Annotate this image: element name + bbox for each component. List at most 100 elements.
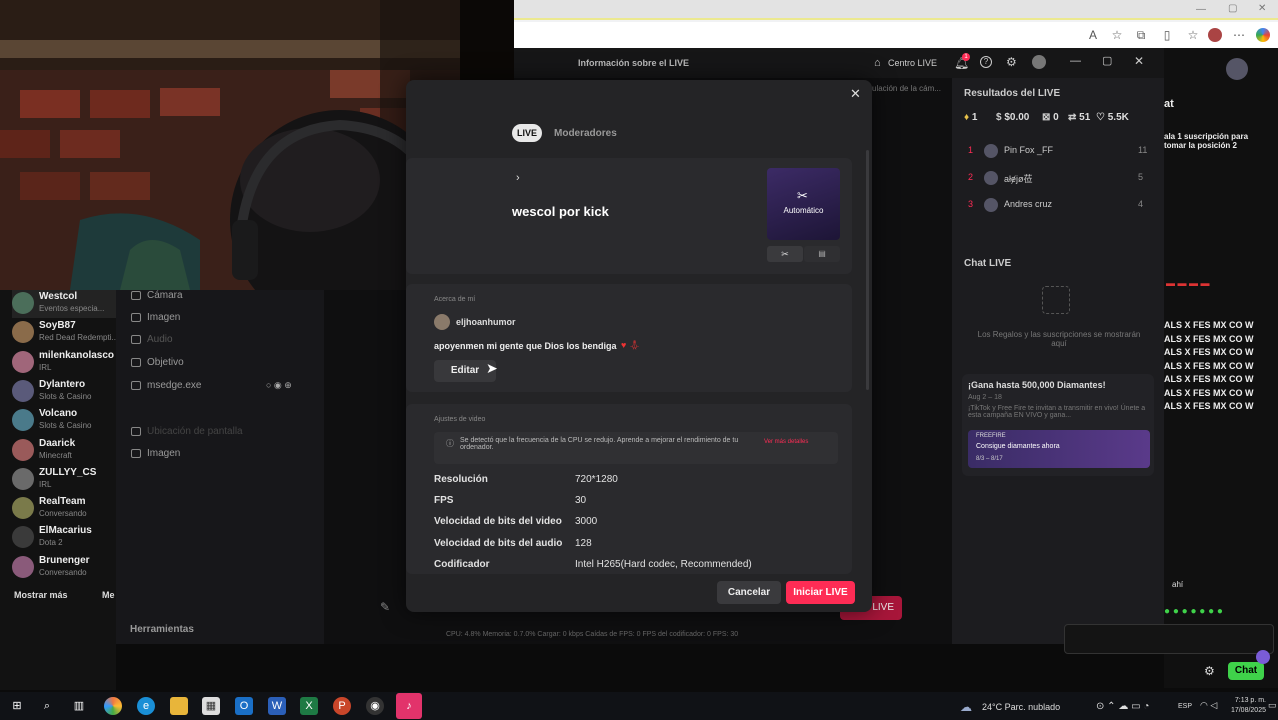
chevron-right-icon[interactable]: › — [516, 172, 520, 184]
image-edit-button[interactable]: ▤ — [804, 246, 840, 262]
followed-channel-item[interactable]: ElMacarius Dota 2 — [12, 524, 116, 552]
followed-channel-item[interactable]: Daarick Minecraft — [12, 437, 116, 465]
weather-icon: ☁ — [960, 700, 972, 714]
source-image[interactable]: Imagen — [131, 312, 180, 323]
close-browser-icon[interactable]: ✕ — [1258, 3, 1266, 14]
user-avatar[interactable] — [1032, 55, 1046, 69]
video-settings-title: Ajustes de video — [434, 416, 486, 423]
maximize-icon[interactable]: ▢ — [1102, 54, 1112, 67]
source-image-2[interactable]: Imagen — [131, 448, 180, 459]
start-live-button[interactable]: Iniciar LIVE — [786, 581, 855, 604]
setting-value[interactable]: 720*1280 — [575, 474, 618, 485]
modal-close-icon[interactable]: ✕ — [850, 86, 861, 102]
source-goal[interactable]: Objetivo — [131, 357, 184, 368]
cover-thumbnail[interactable]: ✂ Automático — [767, 168, 840, 240]
scissors-edit-button[interactable]: ✂ — [767, 246, 803, 262]
show-more-link-2[interactable]: Me — [102, 590, 115, 600]
cancel-button[interactable]: Cancelar — [717, 581, 781, 604]
leaderboard-row[interactable]: 2 ałɇjø莅 5 — [952, 169, 1164, 189]
store-icon[interactable]: ▦ — [202, 697, 220, 715]
tiktok-live-studio-icon[interactable]: ♪ — [396, 693, 422, 719]
source-window[interactable]: msedge.exe — [131, 380, 201, 391]
app-icon[interactable]: ◉ — [366, 697, 384, 715]
notifications-icon[interactable]: ▭ — [1268, 700, 1277, 711]
task-view-icon[interactable]: ▥ — [70, 697, 88, 715]
followed-channel-item[interactable]: Brunenger Conversando — [12, 554, 116, 582]
split-screen-icon[interactable]: ▯ — [1160, 28, 1174, 42]
setting-value[interactable]: Intel H265(Hard codec, Recommended) — [575, 559, 752, 570]
wifi-sound-icons[interactable]: ◠ ◁ — [1200, 700, 1217, 711]
chat-pinned-message: ala 1 suscripción para tomar la posición… — [1164, 132, 1249, 150]
clock-date[interactable]: 17/08/2025 — [1222, 707, 1266, 714]
leaderboard-row[interactable]: 1 Pin Fox _FF 11 — [952, 142, 1164, 162]
centro-live-link[interactable]: Centro LIVE — [888, 58, 937, 68]
copilot-taskbar-icon[interactable] — [104, 697, 122, 715]
live-stat-value: 1 — [971, 112, 978, 123]
source-camera[interactable]: Cámara — [131, 290, 183, 301]
start-menu-icon[interactable]: ⊞ — [8, 697, 26, 715]
home-icon[interactable]: ⌂ — [874, 57, 881, 69]
followed-channel-item[interactable]: RealTeam Conversando — [12, 495, 116, 523]
stream-title[interactable]: wescol por kick — [512, 204, 609, 219]
minimize-icon[interactable]: — — [1070, 55, 1081, 67]
chat-message-line: ALS X FES MX CO W — [1164, 347, 1254, 357]
source-screen-location[interactable]: Ubicación de pantalla — [131, 426, 243, 437]
outlook-icon[interactable]: O — [235, 697, 253, 715]
setting-value[interactable]: 3000 — [575, 516, 597, 527]
followed-channel-item[interactable]: milenkanolasco IRL — [12, 349, 116, 377]
promo-card[interactable]: ¡Gana hasta 500,000 Diamantes! Aug 2 – 1… — [962, 374, 1154, 476]
window-icon — [131, 380, 141, 390]
tab-moderators[interactable]: Moderadores — [554, 128, 617, 139]
word-icon[interactable]: W — [268, 697, 286, 715]
setting-label: Velocidad de bits del audio — [434, 537, 563, 549]
favorite-star-icon[interactable]: ☆ — [1110, 28, 1124, 42]
results-title: Resultados del LIVE — [964, 88, 1061, 99]
tools-label[interactable]: Herramientas — [130, 624, 194, 635]
chat-input[interactable] — [1064, 624, 1274, 654]
close-window-icon[interactable]: ✕ — [1134, 54, 1144, 68]
copilot-icon[interactable] — [1256, 28, 1270, 42]
setting-value[interactable]: 128 — [575, 538, 592, 549]
channel-name: Volcano — [39, 408, 78, 420]
powerpoint-icon[interactable]: P — [333, 697, 351, 715]
chat-user-avatar[interactable] — [1226, 58, 1248, 80]
assistant-bubble-icon[interactable] — [1256, 650, 1270, 664]
settings-gear-icon[interactable]: ⚙ — [1006, 55, 1017, 69]
chat-emote-bar[interactable]: ● ● ● ● ● ● ● — [1164, 606, 1223, 617]
setting-value[interactable]: 30 — [575, 495, 586, 506]
chat-settings-icon[interactable]: ⚙ — [1204, 664, 1215, 678]
followed-channel-item[interactable]: ZULLYY_CS IRL — [12, 466, 116, 494]
collections-icon[interactable]: ☆ — [1186, 28, 1200, 42]
file-explorer-icon[interactable] — [170, 697, 188, 715]
weather-text[interactable]: 24°C Parc. nublado — [982, 702, 1060, 712]
promo-banner[interactable]: FREEFIRE Consigue diamantes ahora 8/3 – … — [968, 430, 1150, 468]
leaderboard-row[interactable]: 3 Andres cruz 4 — [952, 196, 1164, 216]
help-icon[interactable]: ? — [980, 56, 992, 68]
language-indicator[interactable]: ESP — [1178, 703, 1192, 710]
source-audio[interactable]: Audio — [131, 334, 173, 345]
more-menu-icon[interactable]: ⋯ — [1232, 28, 1246, 42]
restore-browser-icon[interactable]: ▢ — [1228, 3, 1237, 14]
source-visibility-icons[interactable]: ○ ◉ ⊕ — [266, 380, 292, 391]
profile-avatar-icon[interactable] — [1208, 28, 1222, 42]
extensions-icon[interactable]: ⧉ — [1134, 28, 1148, 42]
clock-time[interactable]: 7:13 p. m. — [1228, 697, 1266, 704]
channel-avatar — [12, 409, 34, 432]
magic-wand-icon[interactable]: ✎ — [380, 600, 390, 614]
edge-icon[interactable]: e — [137, 697, 155, 715]
modal-scrollbar[interactable] — [866, 150, 869, 390]
search-icon[interactable]: ⌕ — [38, 697, 56, 715]
chat-send-button[interactable]: Chat — [1228, 662, 1264, 680]
followed-channel-item[interactable]: SoyB87 Red Dead Redempti... — [12, 319, 118, 347]
warning-details-link[interactable]: Ver más detalles — [764, 439, 808, 445]
followed-channel-item[interactable]: Dylantero Slots & Casino — [12, 378, 116, 406]
tab-live[interactable]: LIVE — [512, 124, 542, 142]
channel-name: milenkanolasco — [39, 349, 115, 361]
followed-channel-item[interactable]: Westcol Eventos especia... — [12, 290, 116, 318]
system-tray-icons[interactable]: ⊙ ⌃ ☁ ▭ ◔ — [1096, 701, 1149, 712]
read-aloud-icon[interactable]: A — [1086, 28, 1100, 42]
followed-channel-item[interactable]: Volcano Slots & Casino — [12, 407, 116, 435]
minimize-browser-icon[interactable]: — — [1196, 4, 1206, 15]
show-more-link[interactable]: Mostrar más — [14, 590, 68, 600]
excel-icon[interactable]: X — [300, 697, 318, 715]
